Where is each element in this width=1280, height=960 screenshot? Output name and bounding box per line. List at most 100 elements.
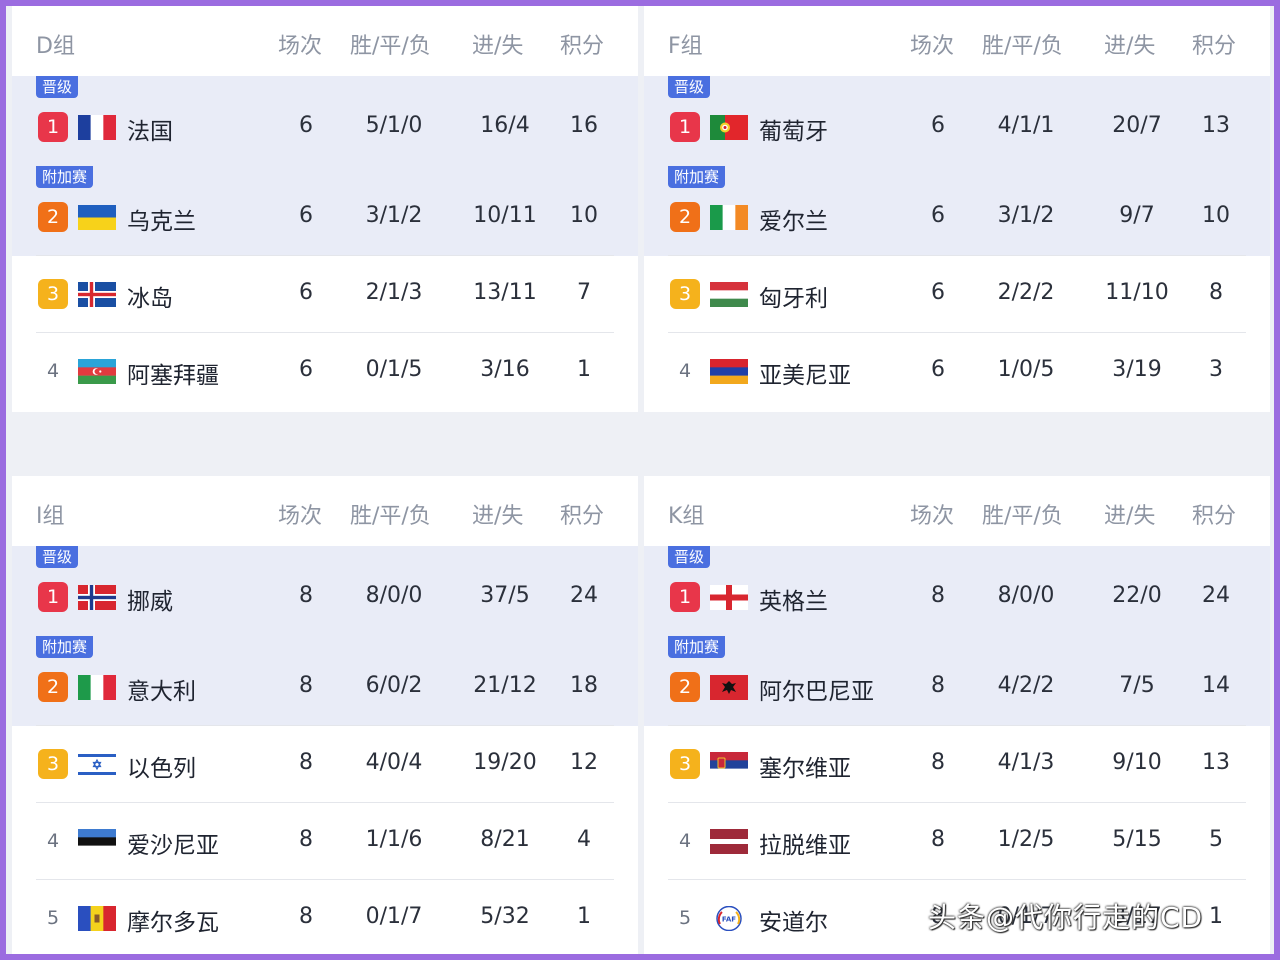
points-value: 13 (1202, 113, 1230, 138)
goals-value: 20/7 (1112, 113, 1162, 138)
table-row[interactable]: 3 以色列 8 4/0/4 19/20 12 (12, 726, 638, 803)
team-name[interactable]: 法国 (127, 112, 173, 146)
played-value: 8 (931, 583, 945, 608)
hungary-flag-icon (710, 282, 748, 307)
rank-badge: 3 (38, 749, 68, 779)
wdl-value: 8/0/0 (365, 583, 423, 608)
group-name: K组 (668, 504, 705, 529)
table-row[interactable]: 晋级 1 法国 6 5/1/0 16/4 16 (12, 76, 638, 166)
rank-badge: 2 (38, 672, 68, 702)
wdl-value: 2/1/3 (365, 280, 423, 305)
team-name[interactable]: 爱尔兰 (759, 202, 828, 236)
watermark: 头条@代你行走的CD (928, 901, 1204, 934)
wdl-value: 1/2/5 (997, 827, 1055, 852)
wdl-value: 4/1/3 (997, 750, 1055, 775)
played-value: 8 (299, 904, 313, 929)
goals-value: 21/12 (473, 673, 537, 698)
svg-text:FAF: FAF (722, 916, 736, 924)
played-value: 8 (931, 827, 945, 852)
table-row[interactable]: 晋级 1 葡萄牙 6 4/1/1 20/7 13 (644, 76, 1270, 166)
goals-value: 37/5 (480, 583, 530, 608)
status-badge: 附加赛 (36, 636, 94, 658)
points-value: 18 (570, 673, 598, 698)
goals-value: 9/10 (1112, 750, 1162, 775)
played-value: 8 (931, 673, 945, 698)
table-row[interactable]: 晋级 1 英格兰 8 8/0/0 22/0 24 (644, 546, 1270, 636)
table-row[interactable]: 4 爱沙尼亚 8 1/1/6 8/21 4 (12, 803, 638, 880)
andorra-flag-icon: FAF (710, 906, 748, 931)
team-name[interactable]: 冰岛 (127, 279, 173, 313)
team-name[interactable]: 以色列 (127, 749, 196, 783)
group-panel: K组 场次 胜/平/负 进/失 积分 晋级 1 英格兰 8 8/0/0 22/0… (644, 476, 1270, 954)
played-value: 6 (299, 203, 313, 228)
table-row[interactable]: 附加赛 2 意大利 8 6/0/2 21/12 18 (12, 636, 638, 726)
group-name: D组 (36, 34, 75, 59)
table-row[interactable]: 3 匈牙利 6 2/2/2 11/10 8 (644, 256, 1270, 333)
group-panel: I组 场次 胜/平/负 进/失 积分 晋级 1 挪威 8 8/0/0 37/5 … (12, 476, 638, 954)
goals-value: 13/11 (473, 280, 537, 305)
england-flag-icon (710, 585, 748, 610)
team-name[interactable]: 安道尔 (759, 903, 828, 937)
team-name[interactable]: 摩尔多瓦 (127, 903, 219, 937)
team-name[interactable]: 意大利 (127, 672, 196, 706)
col-played: 场次 (910, 34, 955, 59)
points-value: 12 (570, 750, 598, 775)
norway-flag-icon (78, 585, 116, 610)
table-row[interactable]: 附加赛 2 乌克兰 6 3/1/2 10/11 10 (12, 166, 638, 256)
status-badge: 晋级 (36, 76, 79, 98)
goals-value: 22/0 (1112, 583, 1162, 608)
table-row[interactable]: 4 阿塞拜疆 6 0/1/5 3/16 1 (12, 333, 638, 410)
estonia-flag-icon (78, 829, 116, 854)
rank-badge: 4 (46, 360, 60, 382)
table-row[interactable]: 附加赛 2 爱尔兰 6 3/1/2 9/7 10 (644, 166, 1270, 256)
rank-badge: 3 (670, 279, 700, 309)
table-row[interactable]: 4 亚美尼亚 6 1/0/5 3/19 3 (644, 333, 1270, 410)
table-row[interactable]: 4 拉脱维亚 8 1/2/5 5/15 5 (644, 803, 1270, 880)
wdl-value: 5/1/0 (365, 113, 423, 138)
table-row[interactable]: 晋级 1 挪威 8 8/0/0 37/5 24 (12, 546, 638, 636)
albania-flag-icon (710, 675, 748, 700)
rank-badge: 2 (670, 672, 700, 702)
status-badge: 附加赛 (668, 166, 726, 188)
standings-canvas: D组 场次 胜/平/负 进/失 积分 晋级 1 法国 6 5/1/0 16/4 … (6, 6, 1274, 954)
rank-badge: 4 (46, 830, 60, 852)
played-value: 8 (299, 583, 313, 608)
col-wdl: 胜/平/负 (350, 34, 431, 59)
col-wdl: 胜/平/负 (350, 504, 431, 529)
team-name[interactable]: 阿塞拜疆 (127, 356, 219, 390)
points-value: 24 (570, 583, 598, 608)
team-name[interactable]: 阿尔巴尼亚 (759, 672, 874, 706)
points-value: 14 (1202, 673, 1230, 698)
points-value: 3 (1209, 357, 1223, 382)
table-row[interactable]: 3 冰岛 6 2/1/3 13/11 7 (12, 256, 638, 333)
group-header: D组 场次 胜/平/负 进/失 积分 (12, 6, 638, 76)
wdl-value: 4/2/2 (997, 673, 1055, 698)
points-value: 13 (1202, 750, 1230, 775)
table-row[interactable]: 附加赛 2 阿尔巴尼亚 8 4/2/2 7/5 14 (644, 636, 1270, 726)
team-name[interactable]: 乌克兰 (127, 202, 196, 236)
wdl-value: 3/1/2 (997, 203, 1055, 228)
played-value: 8 (299, 827, 313, 852)
points-value: 1 (577, 904, 591, 929)
goals-value: 19/20 (473, 750, 537, 775)
team-name[interactable]: 挪威 (127, 582, 173, 616)
status-badge: 晋级 (668, 76, 711, 98)
rank-badge: 4 (678, 830, 692, 852)
col-wdl: 胜/平/负 (982, 504, 1063, 529)
points-value: 10 (1202, 203, 1230, 228)
group-header: I组 场次 胜/平/负 进/失 积分 (12, 476, 638, 546)
team-name[interactable]: 爱沙尼亚 (127, 826, 219, 860)
table-row[interactable]: 3 塞尔维亚 8 4/1/3 9/10 13 (644, 726, 1270, 803)
rank-badge: 1 (670, 112, 700, 142)
team-name[interactable]: 亚美尼亚 (759, 356, 851, 390)
team-name[interactable]: 塞尔维亚 (759, 749, 851, 783)
wdl-value: 6/0/2 (365, 673, 423, 698)
team-name[interactable]: 拉脱维亚 (759, 826, 851, 860)
team-name[interactable]: 匈牙利 (759, 279, 828, 313)
played-value: 6 (931, 203, 945, 228)
wdl-value: 4/1/1 (997, 113, 1055, 138)
team-name[interactable]: 英格兰 (759, 582, 828, 616)
france-flag-icon (78, 115, 116, 140)
table-row[interactable]: 5 摩尔多瓦 8 0/1/7 5/32 1 (12, 880, 638, 954)
team-name[interactable]: 葡萄牙 (759, 112, 828, 146)
